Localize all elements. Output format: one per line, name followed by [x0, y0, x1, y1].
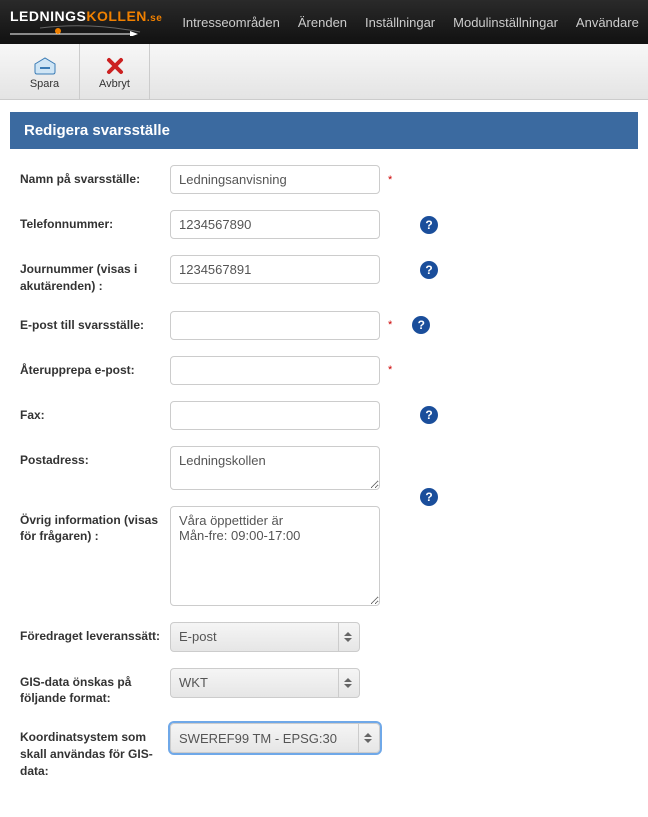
edit-form: Namn på svarsställe: * Telefonnummer: ? … [0, 149, 648, 812]
nav-item-intresseomraden[interactable]: Intresseområden [182, 15, 280, 30]
email-input[interactable] [170, 311, 380, 340]
nav-item-installningar[interactable]: Inställningar [365, 15, 435, 30]
save-button[interactable]: Spara [10, 44, 80, 100]
label-name: Namn på svarsställe: [20, 165, 170, 188]
email-repeat-input[interactable] [170, 356, 380, 385]
coord-system-select[interactable]: SWEREF99 TM - EPSG:30 [170, 723, 380, 753]
required-marker: * [388, 319, 392, 331]
nav-item-arenden[interactable]: Ärenden [298, 15, 347, 30]
logo-part1: LEDNINGS [10, 8, 86, 24]
gis-format-select[interactable]: WKT [170, 668, 360, 698]
help-icon[interactable]: ? [420, 406, 438, 424]
post-input[interactable]: Ledningskollen [170, 446, 380, 490]
required-marker: * [388, 174, 392, 186]
cancel-label: Avbryt [99, 78, 130, 90]
label-email2: Återupprepa e-post: [20, 356, 170, 379]
help-icon[interactable]: ? [420, 216, 438, 234]
label-fax: Fax: [20, 401, 170, 424]
required-marker: * [388, 364, 392, 376]
save-icon [33, 54, 57, 78]
delivery-select[interactable]: E-post [170, 622, 360, 652]
label-phone: Telefonnummer: [20, 210, 170, 233]
top-nav: LEDNINGSKOLLEN.se Intresseområden Ärende… [0, 0, 648, 44]
cancel-icon [105, 54, 125, 78]
label-email: E-post till svarsställe: [20, 311, 170, 334]
logo-swoosh-icon [10, 24, 150, 36]
logo-tld: .se [147, 13, 162, 24]
help-icon[interactable]: ? [412, 316, 430, 334]
help-icon[interactable]: ? [420, 488, 438, 506]
nav-item-anvandare[interactable]: Användare [576, 15, 639, 30]
label-delivery: Föredraget leveranssätt: [20, 622, 170, 645]
nav-items: Intresseområden Ärenden Inställningar Mo… [182, 15, 639, 30]
label-post: Postadress: [20, 446, 170, 469]
help-icon[interactable]: ? [420, 261, 438, 279]
save-label: Spara [30, 78, 59, 90]
label-other: Övrig information (visas för frågaren) : [20, 506, 170, 546]
fax-input[interactable] [170, 401, 380, 430]
other-info-input[interactable]: Våra öppettider är Mån-fre: 09:00-17:00 [170, 506, 380, 606]
nav-item-modulinstallningar[interactable]: Modulinställningar [453, 15, 558, 30]
cancel-button[interactable]: Avbryt [80, 44, 150, 100]
logo[interactable]: LEDNINGSKOLLEN.se [10, 8, 162, 36]
label-gisformat: GIS-data önskas på följande format: [20, 668, 170, 708]
phone-input[interactable] [170, 210, 380, 239]
logo-part2: KOLLEN [86, 8, 147, 24]
page-title: Redigera svarsställe [10, 112, 638, 149]
jour-input[interactable] [170, 255, 380, 284]
name-input[interactable] [170, 165, 380, 194]
logo-text: LEDNINGSKOLLEN.se [10, 8, 162, 36]
label-jour: Journummer (visas i akutärenden) : [20, 255, 170, 295]
label-coord: Koordinatsystem som skall användas för G… [20, 723, 170, 779]
toolbar: Spara Avbryt [0, 44, 648, 100]
